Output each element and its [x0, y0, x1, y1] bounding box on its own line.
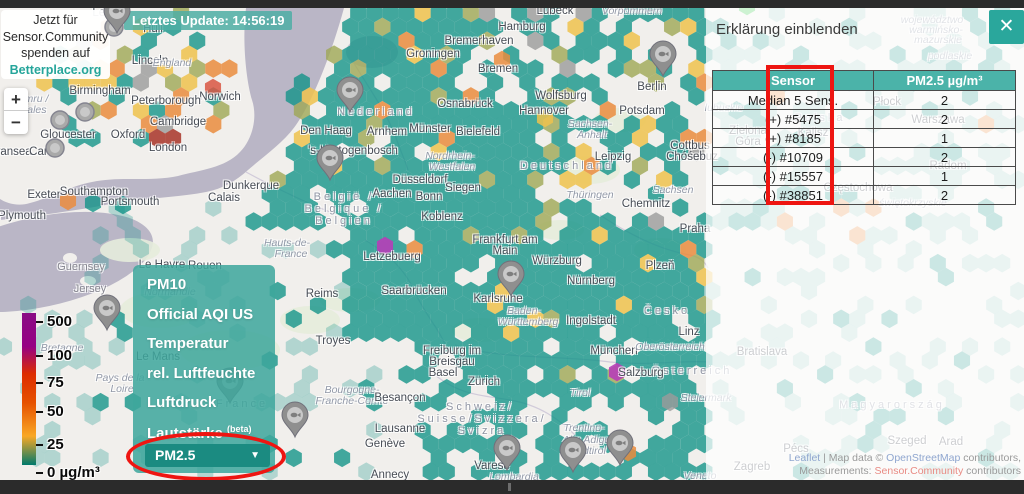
zoom-control: + −: [4, 88, 28, 134]
map-pin[interactable]: [498, 261, 524, 296]
map-pin[interactable]: [282, 402, 308, 437]
value-cell: 2: [874, 91, 1016, 110]
table-row: (-) #155571: [713, 167, 1016, 186]
table-row: (+) #81851: [713, 129, 1016, 148]
map-pin[interactable]: [650, 41, 676, 76]
table-row: Median 5 Sens.2: [713, 91, 1016, 110]
sensor-cell: (+) #8185: [713, 129, 874, 148]
layer-item-temperatur[interactable]: Temperatur: [147, 335, 275, 365]
layer-item-luftdruck[interactable]: Luftdruck: [147, 394, 275, 424]
cluster-marker[interactable]: [76, 103, 94, 121]
measurements-text: Measurements:: [799, 465, 874, 477]
map-pin[interactable]: [560, 437, 586, 472]
value-cell: 1: [874, 167, 1016, 186]
value-cell: 2: [874, 186, 1016, 205]
sensor-cell: (-) #15557: [713, 167, 874, 186]
sensor-table-header-row: Sensor PM2.5 µg/m³: [713, 71, 1016, 91]
cluster-marker[interactable]: [46, 139, 64, 157]
layer-select-pm25[interactable]: PM2.5 ▼: [145, 444, 270, 467]
sensor-table: Sensor PM2.5 µg/m³ Median 5 Sens.2(+) #5…: [712, 70, 1016, 205]
layer-menu-items: PM10Official AQI USTemperaturrel. Luftfe…: [147, 276, 275, 453]
zoom-in-button[interactable]: +: [4, 88, 28, 111]
leaflet-link[interactable]: Leaflet: [789, 452, 821, 464]
close-icon[interactable]: ✕: [989, 10, 1024, 44]
attribution-text2: contributors,: [960, 452, 1021, 464]
map-pin[interactable]: [607, 430, 633, 465]
sensor-cell: (+) #5475: [713, 110, 874, 129]
sensor-community-link[interactable]: Sensor.Community: [875, 465, 964, 477]
cluster-marker[interactable]: [51, 111, 69, 129]
attribution-line1: Leaflet | Map data © OpenStreetMap contr…: [789, 452, 1021, 465]
osm-link[interactable]: OpenStreetMap: [886, 452, 960, 464]
map-pin[interactable]: [337, 77, 363, 112]
map-app: LeedsHullLincolnNorwichBirminghamPeterbo…: [0, 0, 1024, 494]
sensor-table-body: Median 5 Sens.2(+) #54752(+) #81851(-) #…: [713, 91, 1016, 205]
map-pin[interactable]: [494, 435, 520, 470]
layer-item-rel-luftfeuchte[interactable]: rel. Luftfeuchte: [147, 365, 275, 395]
col-header-sensor: Sensor: [713, 71, 874, 91]
table-row: (+) #54752: [713, 110, 1016, 129]
bottom-bar-tick: [508, 483, 511, 491]
attribution-text: | Map data ©: [820, 452, 886, 464]
panel-title-toggle[interactable]: Erklärung einblenden: [716, 21, 858, 38]
selected-layer-label: PM2.5: [155, 444, 195, 467]
sensor-cell: (-) #38851: [713, 186, 874, 205]
zoom-out-button[interactable]: −: [4, 111, 28, 134]
map-attribution: Leaflet | Map data © OpenStreetMap contr…: [789, 452, 1021, 478]
browser-top-bar: [0, 0, 1024, 8]
layer-item-official-aqi-us[interactable]: Official AQI US: [147, 306, 275, 336]
contributors-text: contributors: [963, 465, 1021, 477]
col-header-pm25: PM2.5 µg/m³: [874, 71, 1016, 91]
layer-menu: PM10Official AQI USTemperaturrel. Luftfe…: [133, 265, 275, 473]
sensor-cell: Median 5 Sens.: [713, 91, 874, 110]
attribution-line2: Measurements: Sensor.Community contribut…: [789, 465, 1021, 478]
table-row: (-) #388512: [713, 186, 1016, 205]
table-row: (-) #107092: [713, 148, 1016, 167]
map-pin[interactable]: [317, 145, 343, 180]
value-cell: 1: [874, 129, 1016, 148]
map-pin[interactable]: [94, 295, 120, 330]
value-cell: 2: [874, 148, 1016, 167]
layer-item-pm10[interactable]: PM10: [147, 276, 275, 306]
browser-bottom-bar: [0, 480, 1024, 494]
chevron-down-icon: ▼: [250, 444, 260, 467]
sensor-cell: (-) #10709: [713, 148, 874, 167]
value-cell: 2: [874, 110, 1016, 129]
